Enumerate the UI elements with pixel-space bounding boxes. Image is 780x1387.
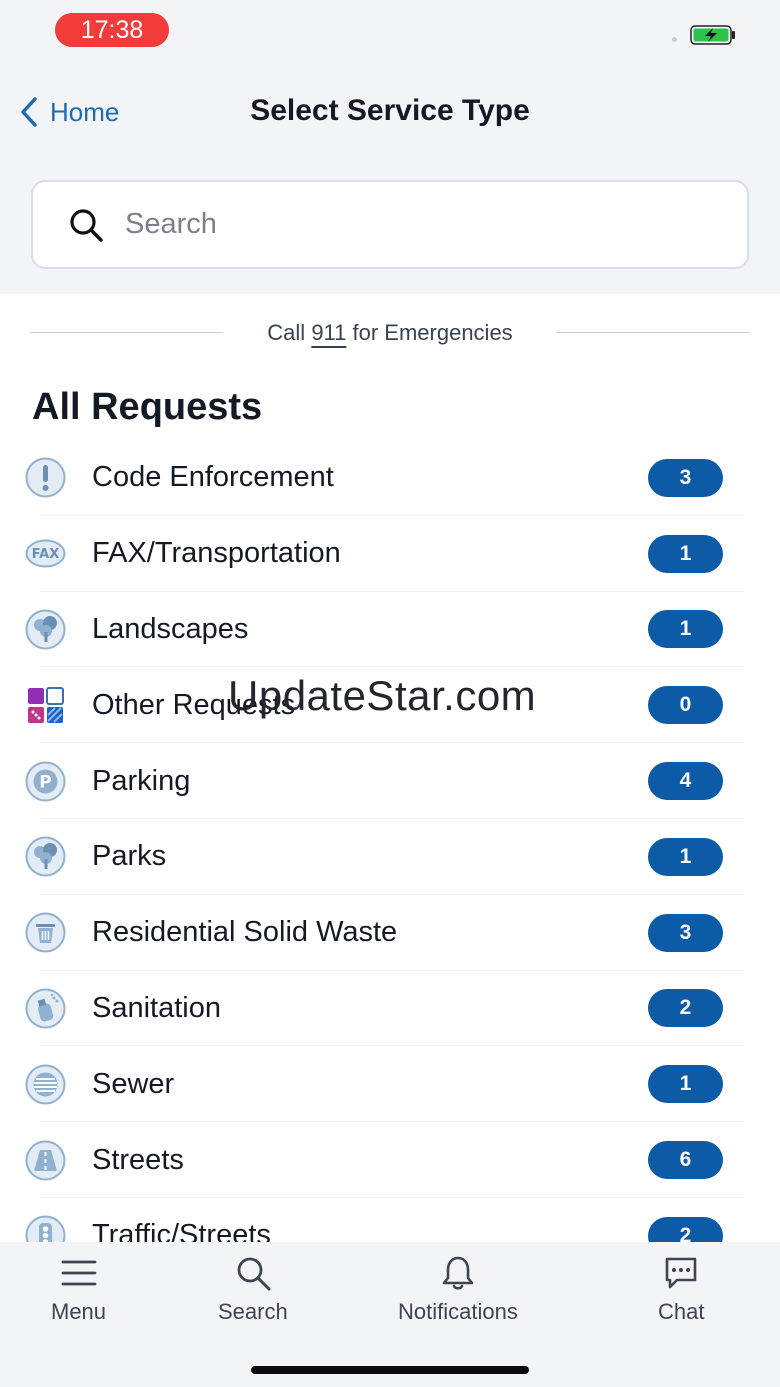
- list-item-label: Parking: [92, 764, 191, 797]
- tab-label: Notifications: [398, 1299, 518, 1324]
- tab-menu[interactable]: Menu: [51, 1254, 106, 1325]
- battery-icon: [690, 25, 735, 45]
- tab-notifications[interactable]: Notifications: [398, 1254, 518, 1325]
- list-item-label: Landscapes: [92, 612, 249, 645]
- list-item-label: FAX/Transportation: [92, 537, 341, 570]
- signal-dot: [672, 37, 677, 42]
- traffic-light-icon: [24, 1214, 67, 1242]
- sewer-icon: [24, 1063, 67, 1106]
- list-item-label: Traffic/Streets: [92, 1219, 271, 1242]
- home-indicator: [251, 1366, 529, 1374]
- list-item-label: Streets: [92, 1143, 184, 1176]
- list-item-label: Code Enforcement: [92, 461, 334, 494]
- watermark: UpdateStar.com: [228, 672, 537, 719]
- fax-icon: FAX: [24, 532, 67, 575]
- emergency-notice: Call 911 for Emergencies: [0, 318, 780, 348]
- list-item-label: Sanitation: [92, 991, 221, 1024]
- list-item[interactable]: Streets 6: [0, 1122, 780, 1198]
- svg-text:FAX: FAX: [32, 547, 59, 562]
- status-time: 17:38: [55, 13, 169, 47]
- list-item-label: Residential Solid Waste: [92, 916, 398, 949]
- list-item-label: Parks: [92, 840, 167, 873]
- count-badge: 1: [648, 837, 723, 876]
- emergency-suffix: for Emergencies: [346, 320, 513, 345]
- search-icon: [237, 1257, 271, 1291]
- back-button[interactable]: Home: [16, 92, 119, 132]
- search-box[interactable]: [31, 180, 749, 269]
- list-item[interactable]: Parks 1: [0, 819, 780, 895]
- list-item[interactable]: Landscapes 1: [0, 592, 780, 668]
- emergency-prefix: Call: [267, 320, 312, 345]
- road-icon: [24, 1139, 67, 1182]
- list-item-label: Sewer: [92, 1067, 175, 1100]
- trash-icon: [24, 911, 67, 954]
- count-badge: 4: [648, 762, 723, 801]
- content-area: Call 911 for Emergencies All Requests Co…: [0, 294, 780, 1242]
- navigation-bar: Select Service Type Home: [0, 80, 780, 144]
- exclamation-icon: [24, 456, 67, 499]
- svg-text:P: P: [39, 772, 51, 792]
- list-item[interactable]: Traffic/Streets 2: [0, 1198, 780, 1242]
- tab-search[interactable]: Search: [218, 1254, 288, 1325]
- chat-icon: [665, 1257, 697, 1289]
- status-bar: 17:38: [0, 0, 780, 60]
- parking-icon: P: [24, 760, 67, 803]
- tree-icon: [24, 835, 67, 878]
- count-badge: 3: [648, 913, 723, 952]
- list-item[interactable]: Code Enforcement 3: [0, 440, 780, 516]
- count-badge: 2: [648, 1216, 723, 1242]
- back-label: Home: [50, 96, 120, 127]
- count-badge: 6: [648, 1141, 723, 1180]
- search-input[interactable]: [125, 208, 685, 241]
- section-title: All Requests: [32, 386, 263, 428]
- tree-icon: [24, 608, 67, 651]
- count-badge: 1: [648, 534, 723, 573]
- emergency-text: Call 911 for Emergencies: [0, 320, 780, 346]
- chevron-left-icon: [21, 97, 37, 127]
- count-badge: 0: [648, 686, 723, 725]
- search-icon: [70, 208, 103, 242]
- list-item[interactable]: P Parking 4: [0, 743, 780, 819]
- tab-label: Chat: [658, 1299, 705, 1324]
- count-badge: 2: [648, 989, 723, 1028]
- list-item[interactable]: Sewer 1: [0, 1046, 780, 1122]
- list-item[interactable]: FAX FAX/Transportation 1: [0, 516, 780, 592]
- list-item[interactable]: Residential Solid Waste 3: [0, 895, 780, 971]
- menu-icon: [61, 1260, 96, 1286]
- tab-label: Search: [218, 1299, 288, 1324]
- request-list: Code Enforcement 3 FAX FAX/Transportatio…: [0, 440, 780, 1242]
- count-badge: 1: [648, 1065, 723, 1104]
- bell-icon: [442, 1256, 474, 1290]
- list-item[interactable]: Sanitation 2: [0, 971, 780, 1047]
- grid-icon: [24, 684, 67, 727]
- count-badge: 1: [648, 610, 723, 649]
- emergency-number-link[interactable]: 911: [311, 320, 346, 345]
- spray-icon: [24, 987, 67, 1030]
- tab-label: Menu: [51, 1299, 107, 1324]
- tab-chat[interactable]: Chat: [658, 1254, 704, 1325]
- count-badge: 3: [648, 458, 723, 497]
